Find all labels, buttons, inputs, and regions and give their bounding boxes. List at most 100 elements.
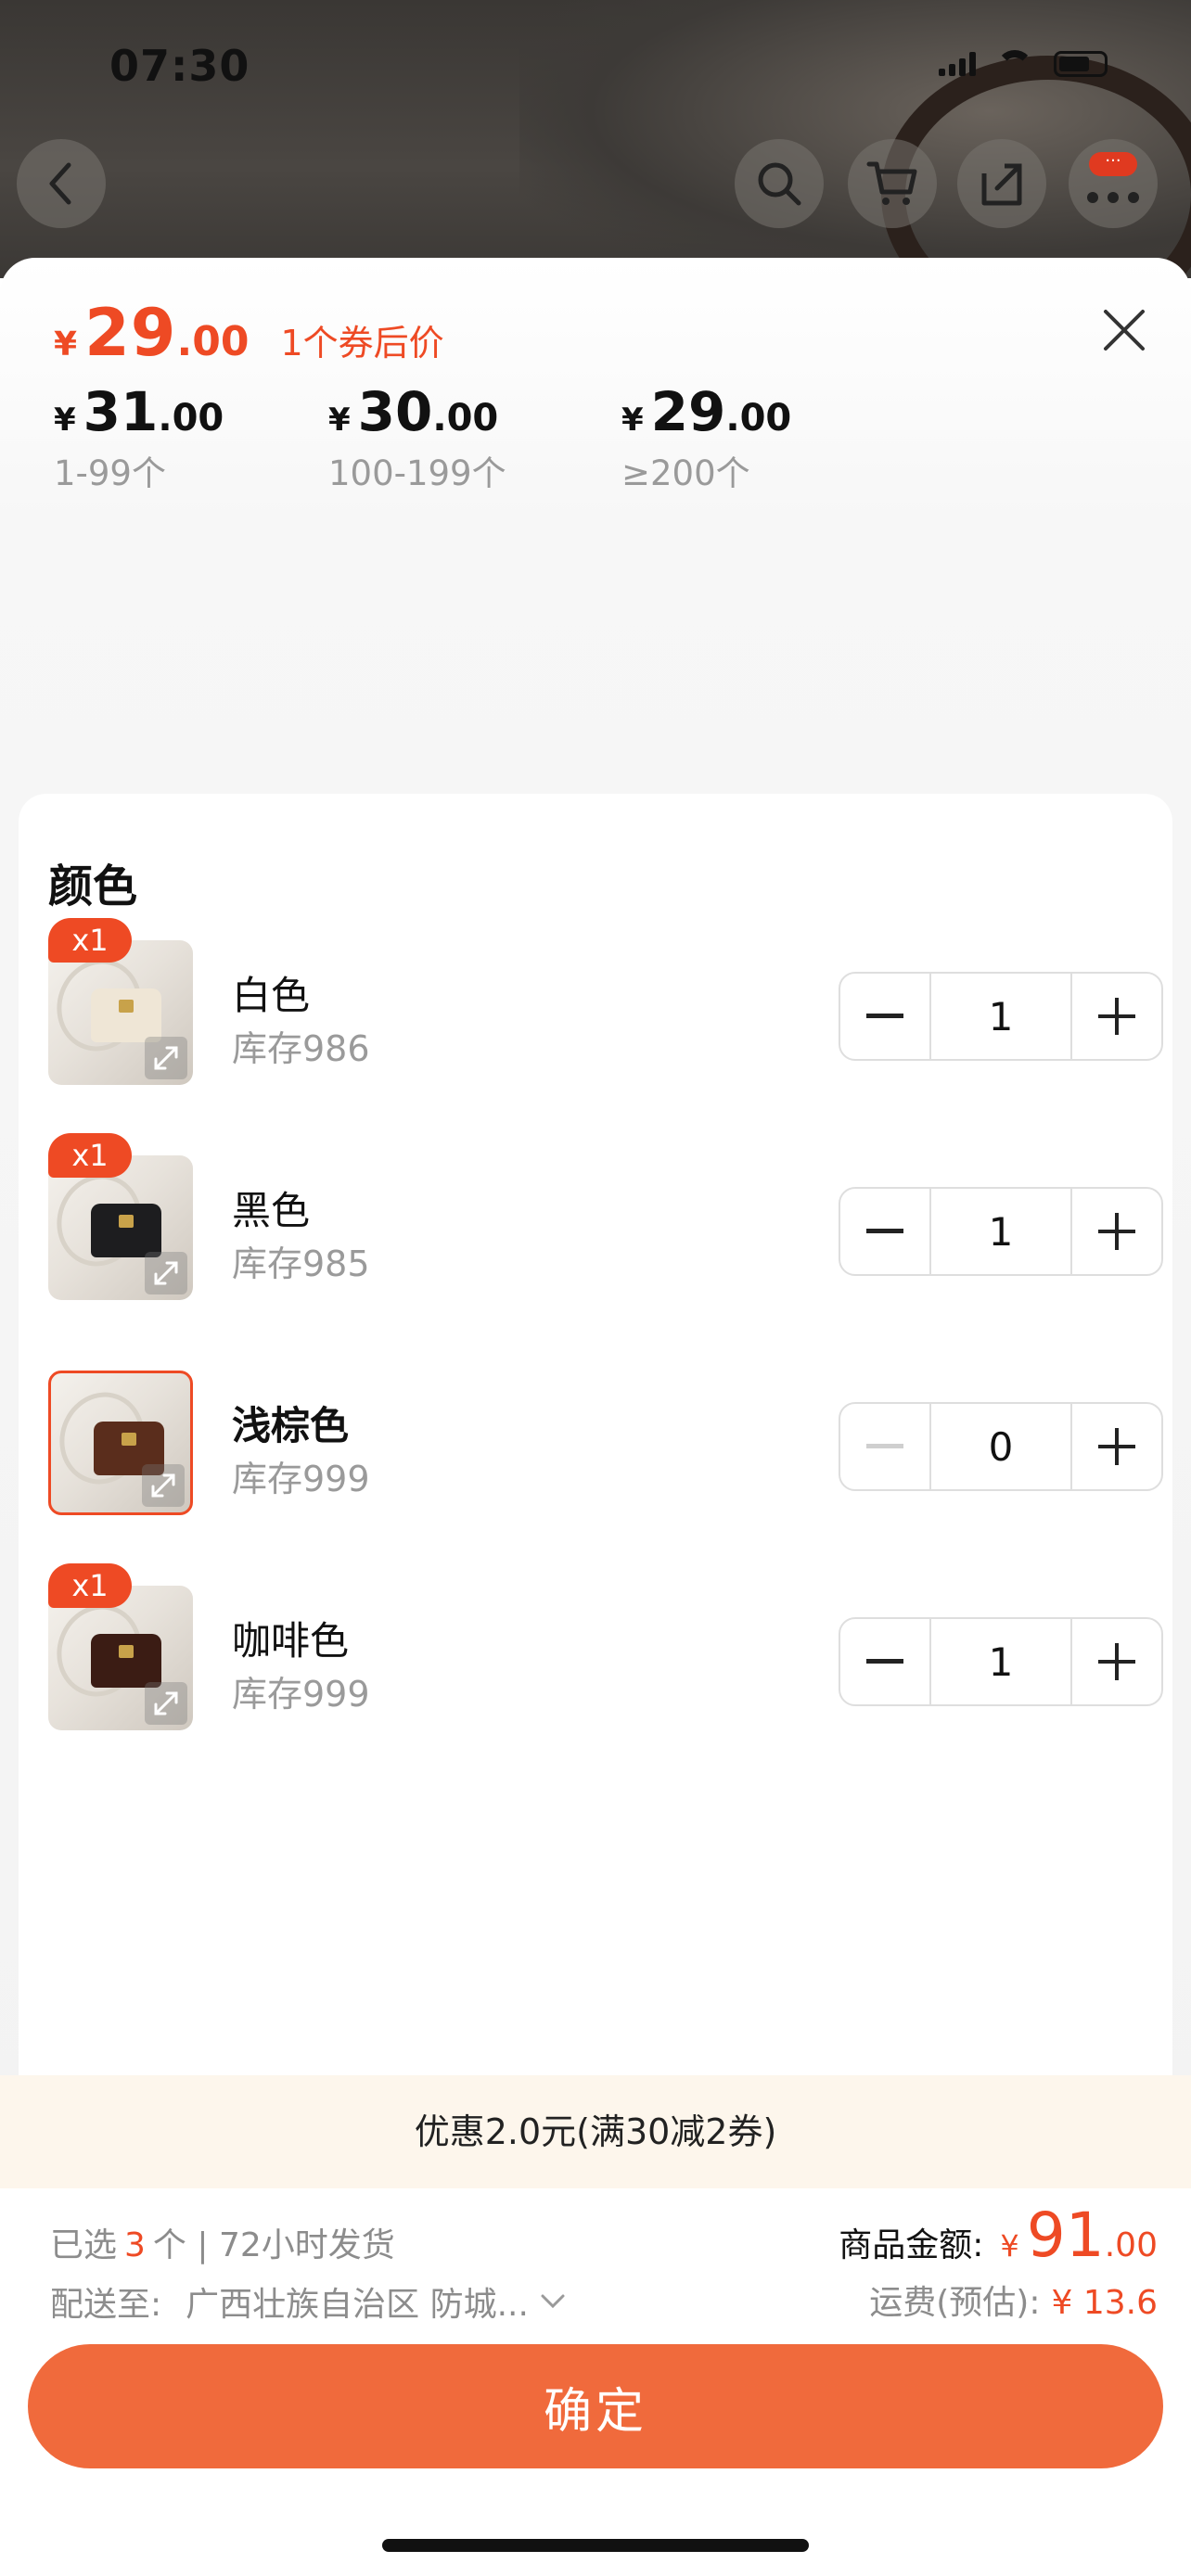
coupon-price-label: 1个券后价 <box>280 323 444 363</box>
minus-icon <box>866 1444 903 1448</box>
quantity-stepper: 0 <box>839 1402 1163 1491</box>
variant-name: 浅棕色 <box>232 1403 350 1448</box>
amount-currency: ¥ <box>1000 2228 1019 2264</box>
home-indicator <box>382 2539 809 2552</box>
currency-symbol: ¥ <box>54 325 78 363</box>
price-tier: ¥31.00 1-99个 <box>54 380 328 495</box>
battery-icon <box>1054 51 1108 77</box>
selected-prefix: 已选 <box>50 2226 118 2264</box>
tier-price-decimal: .00 <box>158 397 224 440</box>
variant-row[interactable]: x1 黑色 库存985 1 <box>48 1133 1163 1304</box>
tier-currency: ¥ <box>54 402 76 439</box>
price-tiers: ¥31.00 1-99个 ¥30.00 100-199个 ¥29.00 ≥200… <box>54 380 791 495</box>
variant-row[interactable]: 浅棕色 库存999 0 <box>48 1371 1163 1519</box>
increase-button[interactable] <box>1072 974 1161 1059</box>
amount-decimal: .00 <box>1104 2226 1158 2264</box>
ship-label: 配送至: <box>50 2286 162 2324</box>
price-tier: ¥30.00 100-199个 <box>328 380 621 495</box>
shipping-address[interactable]: 配送至: 广西壮族自治区 防城... <box>50 2277 566 2326</box>
variant-stock: 库存986 <box>232 1028 370 1069</box>
variant-stock: 库存999 <box>232 1674 370 1715</box>
expand-icon[interactable] <box>145 1252 187 1294</box>
expand-icon[interactable] <box>145 1037 187 1079</box>
variant-row[interactable]: x1 白色 库存986 1 <box>48 918 1163 1089</box>
quantity-value[interactable]: 1 <box>929 1619 1072 1704</box>
status-time: 07:30 <box>109 41 250 91</box>
decrease-button[interactable] <box>840 1189 929 1274</box>
quantity-stepper: 1 <box>839 1617 1163 1706</box>
quantity-value[interactable]: 0 <box>929 1404 1072 1489</box>
plus-icon <box>1098 1428 1135 1465</box>
variant-name: 咖啡色 <box>232 1618 350 1664</box>
quantity-badge: x1 <box>48 1133 132 1178</box>
share-icon <box>981 163 1022 206</box>
selected-count: 3 <box>124 2226 146 2264</box>
minus-icon <box>866 1014 903 1018</box>
variant-thumbnail[interactable] <box>48 1371 193 1515</box>
amount-integer: 91 <box>1026 2200 1105 2271</box>
ship-address[interactable]: 广西壮族自治区 防城... <box>186 2277 529 2326</box>
selected-suffix: 个 | 72小时发货 <box>152 2226 395 2264</box>
more-badge: ··· <box>1089 152 1137 176</box>
quantity-badge: x1 <box>48 1563 132 1608</box>
tier-range: 1-99个 <box>54 453 166 493</box>
tier-price-decimal: .00 <box>432 397 499 440</box>
freight-value: ¥ 13.6 <box>1051 2284 1158 2322</box>
plus-icon <box>1098 1213 1135 1250</box>
plus-icon <box>1098 998 1135 1035</box>
bag-shape <box>91 1204 161 1257</box>
quantity-value[interactable]: 1 <box>929 1189 1072 1274</box>
tier-price-integer: 30 <box>357 380 433 443</box>
search-icon <box>758 162 801 206</box>
price-tier: ¥29.00 ≥200个 <box>621 380 791 495</box>
minus-icon <box>866 1229 903 1233</box>
tier-price-integer: 29 <box>650 380 726 443</box>
plus-icon <box>1098 1643 1135 1680</box>
bag-shape <box>91 1634 161 1688</box>
variant-row[interactable]: x1 咖啡色 库存999 1 <box>48 1563 1163 1734</box>
increase-button[interactable] <box>1072 1404 1161 1489</box>
cart-icon <box>866 161 917 205</box>
price-decimal: .00 <box>176 318 250 365</box>
status-icons <box>939 50 1108 78</box>
goods-amount: 商品金额: ¥ 91 .00 <box>839 2200 1158 2271</box>
expand-icon[interactable] <box>145 1682 187 1725</box>
decrease-button[interactable] <box>840 1619 929 1704</box>
quantity-stepper: 1 <box>839 1187 1163 1276</box>
bag-shape <box>91 988 161 1042</box>
share-button[interactable] <box>957 139 1046 228</box>
decrease-button[interactable] <box>840 1404 929 1489</box>
confirm-button[interactable]: 确定 <box>28 2344 1163 2468</box>
variant-stock: 库存999 <box>232 1459 370 1499</box>
variant-stock: 库存985 <box>232 1243 370 1284</box>
variant-name: 白色 <box>232 973 311 1018</box>
increase-button[interactable] <box>1072 1189 1161 1274</box>
search-button[interactable] <box>735 139 824 228</box>
chevron-down-icon[interactable] <box>540 2293 566 2310</box>
back-icon <box>49 162 71 205</box>
product-header-backdrop: 07:30 ··· <box>0 0 1191 278</box>
decrease-button[interactable] <box>840 974 929 1059</box>
close-icon <box>1104 310 1145 351</box>
minus-icon <box>866 1659 903 1664</box>
coupon-price: ¥ 29 .00 1个券后价 <box>54 295 444 371</box>
back-button[interactable] <box>17 139 106 228</box>
quantity-value[interactable]: 1 <box>929 974 1072 1059</box>
freight-label: 运费(预估): <box>869 2284 1041 2322</box>
tier-currency: ¥ <box>328 402 351 439</box>
increase-button[interactable] <box>1072 1619 1161 1704</box>
tier-currency: ¥ <box>621 402 644 439</box>
checkout-bar: 已选 3 个 | 72小时发货 配送至: 广西壮族自治区 防城... 商品金额: ¥… <box>0 2188 1191 2576</box>
amount-label: 商品金额: <box>839 2226 984 2264</box>
price-integer: 29 <box>84 295 177 371</box>
expand-icon[interactable] <box>142 1464 185 1507</box>
section-title: 颜色 <box>48 861 138 912</box>
quantity-badge: x1 <box>48 918 132 963</box>
more-button[interactable]: ··· <box>1069 139 1158 228</box>
tier-range: 100-199个 <box>328 453 506 493</box>
close-button[interactable] <box>1095 300 1154 360</box>
cart-button[interactable] <box>848 139 937 228</box>
variant-name: 黑色 <box>232 1188 311 1233</box>
freight-estimate: 运费(预估): ¥ 13.6 <box>869 2276 1158 2324</box>
tier-range: ≥200个 <box>621 453 750 493</box>
